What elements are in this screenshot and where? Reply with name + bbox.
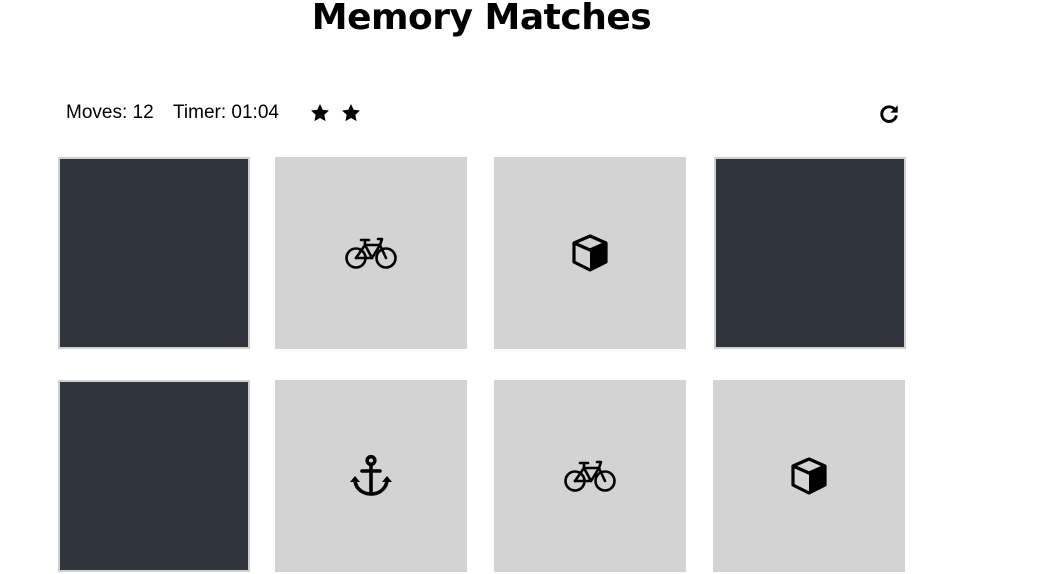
star-rating xyxy=(309,102,362,124)
redo-icon[interactable] xyxy=(878,103,900,125)
moves-value: 12 xyxy=(132,102,154,123)
timer: Timer: 01:04 xyxy=(173,102,279,124)
cube-icon xyxy=(791,457,827,495)
card-7[interactable] xyxy=(494,380,686,572)
timer-label: Timer: xyxy=(173,102,227,123)
card-4[interactable] xyxy=(714,157,906,349)
card-1[interactable] xyxy=(58,157,250,349)
cube-icon xyxy=(572,234,608,272)
card-2[interactable] xyxy=(275,157,467,349)
card-5[interactable] xyxy=(58,380,250,572)
star-icon xyxy=(342,104,360,122)
anchor-icon xyxy=(350,454,392,496)
page-title: Memory Matches xyxy=(311,0,652,38)
card-6[interactable] xyxy=(275,380,467,572)
card-8[interactable] xyxy=(713,380,905,572)
card-3[interactable] xyxy=(494,157,686,349)
score-panel: Moves: 12 Timer: 01:04 xyxy=(66,100,906,128)
bicycle-icon xyxy=(564,460,616,492)
game-page: Memory Matches Moves: 12 Timer: 01:04 xyxy=(0,0,1049,574)
moves-label: Moves: xyxy=(66,102,128,123)
timer-value: 01:04 xyxy=(231,102,279,123)
bicycle-icon xyxy=(345,237,397,269)
star-icon xyxy=(311,104,329,122)
moves-counter: Moves: 12 xyxy=(66,102,154,124)
